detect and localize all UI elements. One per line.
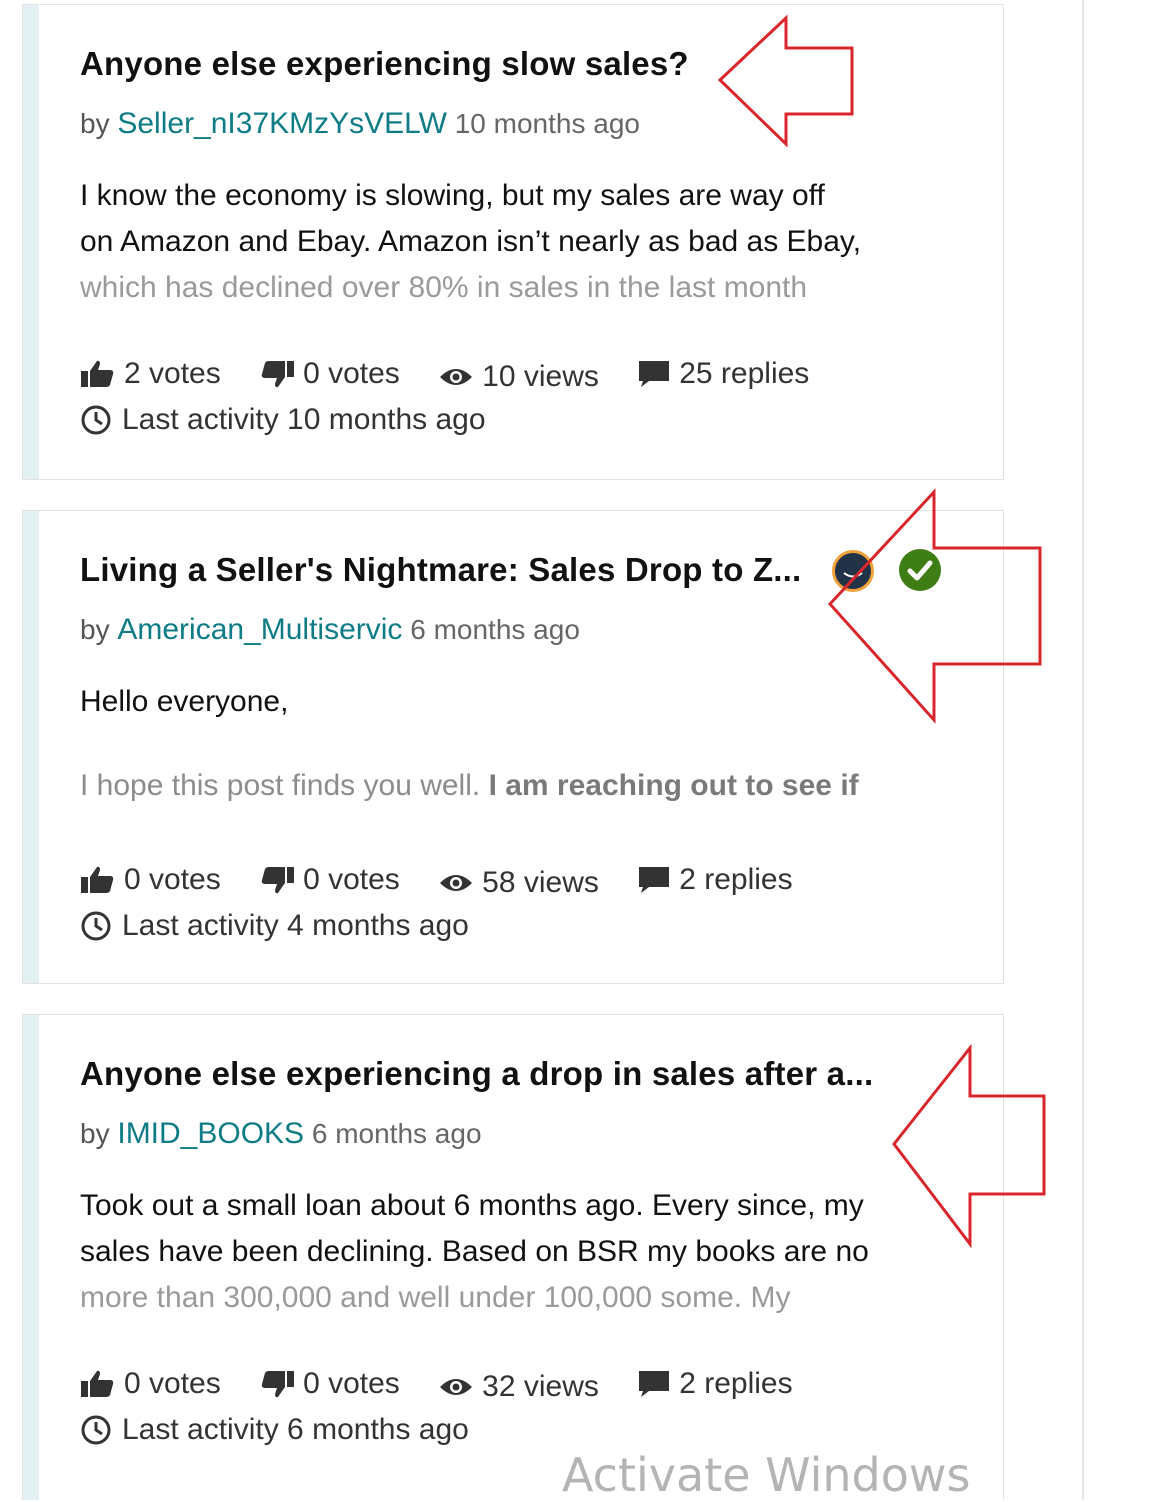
post-byline: by American_Multiservic 6 months ago: [80, 613, 580, 647]
downvote-count: 0 votes: [303, 357, 400, 390]
upvote-button[interactable]: 2 votes: [80, 357, 221, 391]
downvote-button[interactable]: 0 votes: [259, 863, 400, 897]
post-card[interactable]: Anyone else experiencing a drop in sales…: [22, 1014, 1004, 1500]
red-arrow-annotation: [892, 1044, 1046, 1249]
thumbs-up-icon: [81, 360, 114, 387]
views-stat: 10 views: [438, 360, 599, 394]
last-activity-text: Last activity 4 months ago: [122, 909, 469, 942]
downvote-button[interactable]: 0 votes: [259, 357, 400, 391]
post-excerpt: I know the economy is slowing, but my sa…: [80, 173, 953, 311]
upvote-count: 2 votes: [124, 357, 221, 390]
thumbs-down-icon: [261, 867, 295, 894]
views-count: 58 views: [482, 866, 599, 899]
views-stat: 58 views: [438, 866, 599, 900]
downvote-button[interactable]: 0 votes: [259, 1367, 400, 1401]
page-divider: [1082, 0, 1084, 1500]
upvote-button[interactable]: 0 votes: [80, 863, 221, 897]
excerpt-line: sales have been declining. Based on BSR …: [80, 1235, 869, 1268]
post-excerpt: Hello everyone, I hope this post finds y…: [80, 679, 953, 809]
excerpt-line: more than 300,000 and well under 100,000…: [80, 1281, 791, 1314]
excerpt-line: Hello everyone,: [80, 685, 289, 718]
downvote-count: 0 votes: [303, 863, 400, 896]
upvote-button[interactable]: 0 votes: [80, 1367, 221, 1401]
red-arrow-annotation: [827, 488, 1042, 724]
eye-icon: [440, 1379, 473, 1395]
views-count: 10 views: [482, 360, 599, 393]
post-stats: 2 votes 0 votes 10 views 25 replies: [80, 357, 839, 397]
excerpt-line: I know the economy is slowing, but my sa…: [80, 179, 825, 212]
comment-icon: [639, 361, 670, 387]
post-title[interactable]: Anyone else experiencing slow sales?: [80, 45, 689, 83]
clock-icon: [81, 911, 111, 941]
author-link[interactable]: Seller_nI37KMzYsVELW: [117, 107, 447, 140]
post-byline: by Seller_nI37KMzYsVELW 10 months ago: [80, 107, 640, 141]
post-time: 6 months ago: [410, 614, 580, 645]
clock-icon: [81, 405, 111, 435]
card-accent-bar: [23, 511, 39, 983]
by-label: by: [80, 1118, 110, 1149]
thumbs-up-icon: [81, 1370, 114, 1397]
upvote-count: 0 votes: [124, 863, 221, 896]
replies-count: 2 replies: [679, 863, 793, 896]
eye-icon: [440, 875, 473, 891]
post-time: 6 months ago: [311, 1118, 482, 1149]
last-activity: Last activity 6 months ago: [80, 1413, 469, 1447]
by-label: by: [80, 614, 110, 645]
comment-icon: [639, 1371, 670, 1397]
post-stats: 0 votes 0 votes 58 views 2 replies: [80, 863, 823, 903]
last-activity-text: Last activity 10 months ago: [122, 403, 486, 436]
thumbs-down-icon: [261, 1371, 295, 1398]
excerpt-line: which has declined over 80% in sales in …: [80, 271, 808, 304]
upvote-count: 0 votes: [124, 1367, 221, 1400]
clock-icon: [81, 1415, 111, 1445]
post-title[interactable]: Anyone else experiencing a drop in sales…: [80, 1055, 873, 1093]
post-stats: 0 votes 0 votes 32 views 2 replies: [80, 1367, 823, 1407]
card-accent-bar: [23, 5, 39, 479]
red-arrow-annotation: [717, 14, 854, 148]
excerpt-line: on Amazon and Ebay. Amazon isn’t nearly …: [80, 225, 862, 258]
replies-stat[interactable]: 2 replies: [637, 1367, 793, 1401]
excerpt-line-bold: I am reaching out to see if: [488, 769, 859, 802]
last-activity: Last activity 10 months ago: [80, 403, 486, 437]
views-count: 32 views: [482, 1370, 599, 1403]
last-activity: Last activity 4 months ago: [80, 909, 469, 943]
post-title[interactable]: Living a Seller's Nightmare: Sales Drop …: [80, 551, 801, 589]
card-accent-bar: [23, 1015, 39, 1500]
replies-stat[interactable]: 25 replies: [637, 357, 809, 391]
last-activity-text: Last activity 6 months ago: [122, 1413, 469, 1446]
replies-stat[interactable]: 2 replies: [637, 863, 793, 897]
author-link[interactable]: American_Multiservic: [117, 613, 402, 646]
excerpt-line: I hope this post finds you well.: [80, 769, 489, 802]
replies-count: 25 replies: [679, 357, 810, 390]
thumbs-down-icon: [261, 361, 295, 388]
excerpt-line: Took out a small loan about 6 months ago…: [80, 1189, 864, 1222]
comment-icon: [639, 867, 670, 893]
eye-icon: [440, 369, 473, 385]
replies-count: 2 replies: [679, 1367, 793, 1400]
post-excerpt: Took out a small loan about 6 months ago…: [80, 1183, 953, 1321]
author-link[interactable]: IMID_BOOKS: [117, 1117, 304, 1150]
thumbs-up-icon: [81, 866, 114, 893]
by-label: by: [80, 108, 110, 139]
views-stat: 32 views: [438, 1370, 599, 1404]
windows-watermark: Activate Windows: [562, 1448, 971, 1502]
post-time: 10 months ago: [454, 108, 640, 139]
downvote-count: 0 votes: [303, 1367, 400, 1400]
post-byline: by IMID_BOOKS 6 months ago: [80, 1117, 482, 1151]
